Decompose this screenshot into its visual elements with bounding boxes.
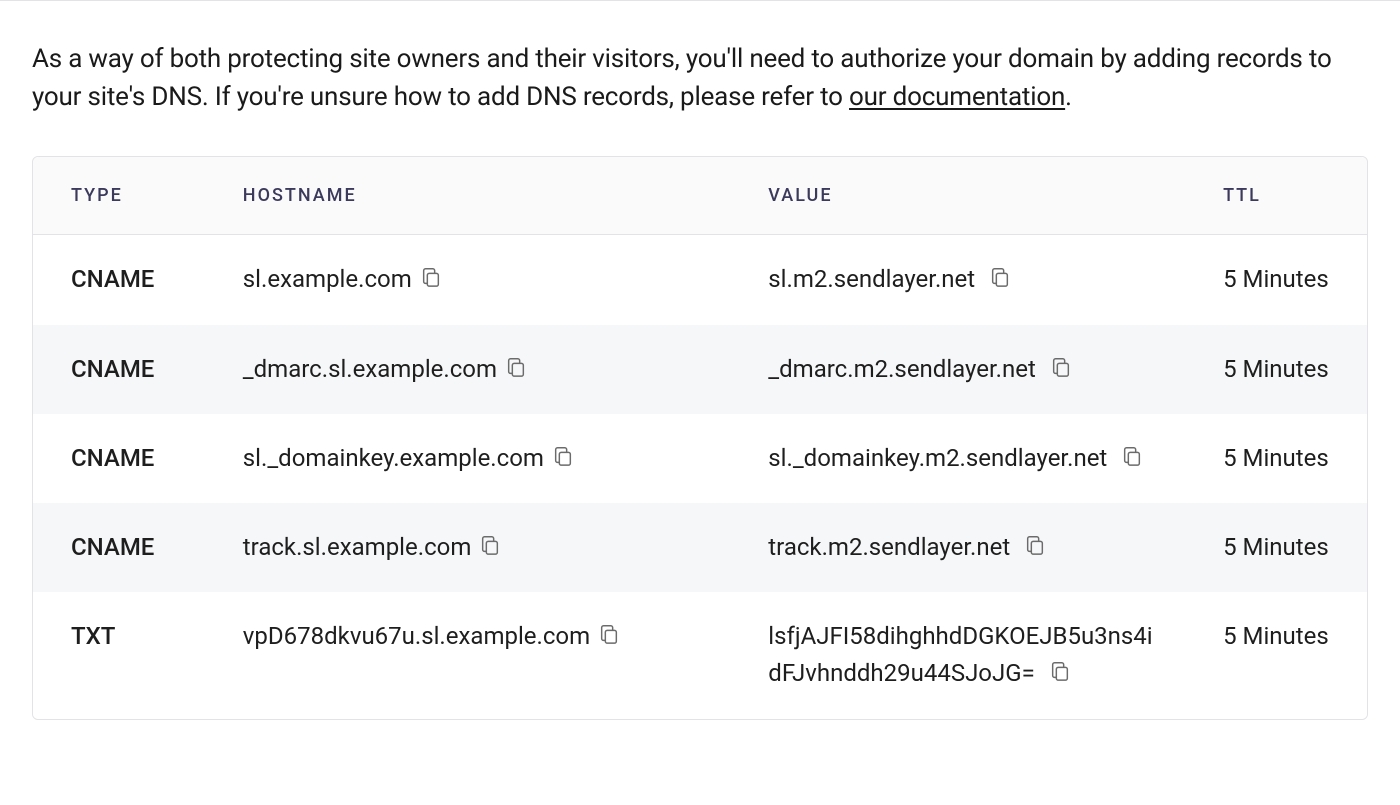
value-text: sl._domainkey.m2.sendlayer.net — [768, 444, 1107, 472]
cell-value: sl.m2.sendlayer.net — [730, 235, 1185, 324]
cell-hostname: _dmarc.sl.example.com — [205, 325, 731, 414]
copy-icon[interactable] — [598, 620, 620, 644]
cell-ttl: 5 Minutes — [1185, 414, 1367, 503]
table-header-value: VALUE — [730, 157, 1185, 235]
copy-icon[interactable] — [1024, 531, 1046, 555]
table-row: CNAME _dmarc.sl.example.com _dmarc.m2.send… — [33, 325, 1367, 414]
content-container: As a way of both protecting site owners … — [0, 1, 1400, 752]
value-text: track.m2.sendlayer.net — [768, 533, 1010, 561]
table-row: CNAME track.sl.example.com track.m2.sendla… — [33, 503, 1367, 592]
copy-icon[interactable] — [989, 263, 1011, 287]
cell-ttl: 5 Minutes — [1185, 592, 1367, 718]
intro-suffix: . — [1065, 82, 1072, 112]
cell-hostname: track.sl.example.com — [205, 503, 731, 592]
table-row: TXT vpD678dkvu67u.sl.example.com lsfjAJFI5… — [33, 592, 1367, 718]
copy-icon[interactable] — [505, 353, 527, 377]
cell-hostname: sl.example.com — [205, 235, 731, 324]
cell-ttl: 5 Minutes — [1185, 325, 1367, 414]
copy-icon[interactable] — [1050, 353, 1072, 377]
table-header-ttl: TTL — [1185, 157, 1367, 235]
cell-value: lsfjAJFI58dihghhdDGKOEJB5u3ns4idFJvhnddh… — [730, 592, 1185, 718]
cell-type: CNAME — [33, 414, 205, 503]
dns-records-table: TYPE HOSTNAME VALUE TTL CNAME sl.example.… — [32, 156, 1368, 719]
cell-hostname: vpD678dkvu67u.sl.example.com — [205, 592, 731, 718]
cell-value: sl._domainkey.m2.sendlayer.net — [730, 414, 1185, 503]
cell-type: CNAME — [33, 235, 205, 324]
table-row: CNAME sl.example.com sl.m2.sendlayer.net 5… — [33, 235, 1367, 324]
copy-icon[interactable] — [1121, 442, 1143, 466]
intro-prefix: As a way of both protecting site owners … — [32, 44, 1332, 112]
hostname-text: _dmarc.sl.example.com — [243, 355, 497, 383]
table-header-hostname: HOSTNAME — [205, 157, 731, 235]
value-text: lsfjAJFI58dihghhdDGKOEJB5u3ns4idFJvhnddh… — [768, 622, 1152, 687]
dns-table-body: CNAME sl.example.com sl.m2.sendlayer.net 5… — [33, 235, 1367, 718]
cell-ttl: 5 Minutes — [1185, 503, 1367, 592]
cell-type: TXT — [33, 592, 205, 718]
copy-icon[interactable] — [1049, 657, 1071, 681]
table-header-type: TYPE — [33, 157, 205, 235]
hostname-text: vpD678dkvu67u.sl.example.com — [243, 622, 590, 650]
value-text: sl.m2.sendlayer.net — [768, 265, 975, 293]
intro-paragraph: As a way of both protecting site owners … — [32, 41, 1368, 116]
cell-value: _dmarc.m2.sendlayer.net — [730, 325, 1185, 414]
copy-icon[interactable] — [552, 442, 574, 466]
cell-value: track.m2.sendlayer.net — [730, 503, 1185, 592]
hostname-text: sl._domainkey.example.com — [243, 444, 544, 472]
cell-ttl: 5 Minutes — [1185, 235, 1367, 324]
copy-icon[interactable] — [420, 263, 442, 287]
copy-icon[interactable] — [479, 531, 501, 555]
cell-type: CNAME — [33, 503, 205, 592]
value-text: _dmarc.m2.sendlayer.net — [768, 355, 1036, 383]
hostname-text: sl.example.com — [243, 265, 412, 293]
documentation-link[interactable]: our documentation — [849, 82, 1065, 112]
cell-type: CNAME — [33, 325, 205, 414]
cell-hostname: sl._domainkey.example.com — [205, 414, 731, 503]
hostname-text: track.sl.example.com — [243, 533, 472, 561]
table-row: CNAME sl._domainkey.example.com sl._domain… — [33, 414, 1367, 503]
